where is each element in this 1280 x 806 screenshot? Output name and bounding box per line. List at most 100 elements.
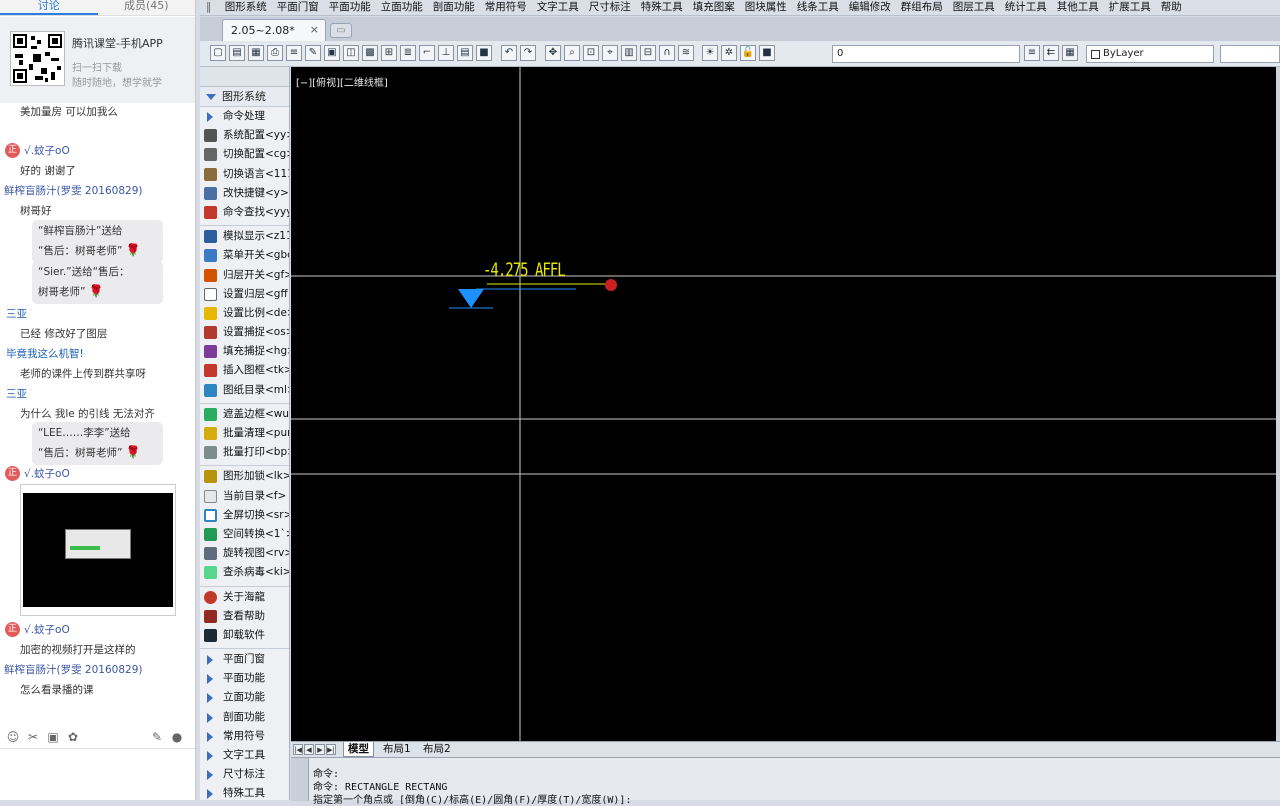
message-sender[interactable]: 鲜榨盲肠汁(罗雯 20160829)	[4, 662, 142, 677]
layer-stack-icon[interactable]: ≋	[678, 45, 694, 61]
side-item[interactable]: 插入图框<tk>	[200, 361, 289, 380]
leader-icon[interactable]: ⌐	[419, 45, 435, 61]
zoom-previous-icon[interactable]: ⌖	[602, 45, 618, 61]
prev-tab-icon[interactable]: ◀	[304, 744, 314, 755]
command-window[interactable]: 命令: 命令: RECTANGLE RECTANG 指定第一个角点或 [倒角(C…	[291, 757, 1280, 806]
side-item[interactable]: 旋转视图<rv>	[200, 544, 289, 563]
color-icon[interactable]: ■	[476, 45, 492, 61]
new-file-icon[interactable]: ▢	[210, 45, 226, 61]
side-item[interactable]: 平面功能	[200, 669, 289, 688]
side-item[interactable]: 图形加锁<lk>	[200, 467, 289, 486]
menu-item[interactable]: 其他工具	[1052, 0, 1104, 15]
properties-icon[interactable]: ▥	[621, 45, 637, 61]
close-icon[interactable]: ×	[310, 23, 319, 36]
magnet-icon[interactable]: ∩	[659, 45, 675, 61]
side-item[interactable]: 常用符号	[200, 727, 289, 746]
side-item[interactable]: 归层开关<gf>	[200, 266, 289, 285]
menu-item[interactable]: 填充图案	[688, 0, 740, 15]
design-center-icon[interactable]: ⊟	[640, 45, 656, 61]
side-item[interactable]: 改快捷键<y>	[200, 184, 289, 203]
table-icon[interactable]: ▤	[457, 45, 473, 61]
menu-item[interactable]: 编辑修改	[844, 0, 896, 15]
hatch-icon[interactable]: ▩	[362, 45, 378, 61]
layer-state-icon[interactable]: ▦	[1062, 45, 1078, 61]
measure-icon[interactable]: ⊥	[438, 45, 454, 61]
text-icon[interactable]: ≣	[400, 45, 416, 61]
side-item[interactable]: 系统配置<yy>	[200, 126, 289, 145]
layer-icon[interactable]: ≡	[286, 45, 302, 61]
vertical-scrollbar[interactable]	[1276, 67, 1280, 741]
menu-item[interactable]: 立面功能	[376, 0, 428, 15]
menu-item[interactable]: 平面门窗	[272, 0, 324, 15]
side-item[interactable]: 关于海龍	[200, 588, 289, 607]
area-icon[interactable]: ◫	[343, 45, 359, 61]
scissors-icon[interactable]: ✂	[26, 730, 40, 744]
tab-document[interactable]: 2.05~2.08* ×	[222, 19, 326, 41]
side-item[interactable]: 查看帮助	[200, 607, 289, 626]
print-icon[interactable]: ⎙	[267, 45, 283, 61]
message-sender[interactable]: 毕竟我这么机智!	[6, 346, 84, 361]
layer-manager-icon[interactable]: ≡	[1024, 45, 1040, 61]
sun-icon[interactable]: ✲	[721, 45, 737, 61]
screenshot-thumbnail[interactable]	[20, 484, 176, 616]
layer-dropdown[interactable]: 0	[832, 45, 1020, 63]
side-item[interactable]: 菜单开关<gbc	[200, 246, 289, 265]
pan-icon[interactable]: ✥	[545, 45, 561, 61]
message-sender[interactable]: √.蚊子oO	[24, 466, 70, 481]
new-tab-button[interactable]: ▭	[330, 23, 352, 38]
side-item[interactable]: 设置捕捉<os>	[200, 323, 289, 342]
zoom-realtime-icon[interactable]: ⌕	[564, 45, 580, 61]
side-item[interactable]: 查杀病毒<ki>	[200, 563, 289, 582]
side-item[interactable]: 切换配置<cg>	[200, 145, 289, 164]
tab-model[interactable]: 模型	[343, 742, 374, 757]
menu-item[interactable]: 图形系统	[220, 0, 272, 15]
menu-item[interactable]: 平面功能	[324, 0, 376, 15]
side-item[interactable]: 特殊工具	[200, 784, 289, 800]
side-item[interactable]: 文字工具	[200, 746, 289, 765]
menu-item[interactable]: 文字工具	[532, 0, 584, 15]
side-item[interactable]: 模拟显示<z11	[200, 227, 289, 246]
tab-discussion[interactable]: 讨论	[0, 0, 98, 15]
next-tab-icon[interactable]: ▶	[315, 744, 325, 755]
side-menu-title[interactable]: 图形系统	[200, 87, 289, 107]
linetype-dropdown[interactable]	[1220, 45, 1280, 63]
side-item[interactable]: 遮盖边框<wu>	[200, 405, 289, 424]
pen-icon[interactable]: ✎	[150, 730, 164, 744]
dimension-icon[interactable]: ⊞	[381, 45, 397, 61]
side-item[interactable]: 卸载软件	[200, 626, 289, 645]
side-item[interactable]: 图纸目录<ml>	[200, 381, 289, 400]
side-item[interactable]: 平面门窗	[200, 650, 289, 669]
block-icon[interactable]: ▣	[324, 45, 340, 61]
flower-icon[interactable]: ✿	[66, 730, 80, 744]
undo-icon[interactable]: ↶	[501, 45, 517, 61]
image-icon[interactable]: ▣	[46, 730, 60, 744]
menu-item[interactable]: 特殊工具	[636, 0, 688, 15]
layer-previous-icon[interactable]: ⇇	[1043, 45, 1059, 61]
menu-item[interactable]: 群组布局	[896, 0, 948, 15]
elevation-text[interactable]: -4.275 AFFL	[483, 260, 566, 282]
tab-members[interactable]: 成员(45)	[98, 0, 196, 15]
side-item[interactable]: 填充捕捉<hg>	[200, 342, 289, 361]
menu-item[interactable]: 帮助	[1156, 0, 1187, 15]
message-sender[interactable]: √.蚊子oO	[24, 622, 70, 637]
menu-item[interactable]: 图层工具	[948, 0, 1000, 15]
menu-item[interactable]: 统计工具	[1000, 0, 1052, 15]
last-tab-icon[interactable]: ▶|	[326, 744, 336, 755]
user-icon[interactable]: ●	[170, 730, 184, 744]
save-icon[interactable]: ▦	[248, 45, 264, 61]
side-item[interactable]: 切换语言<111	[200, 165, 289, 184]
message-sender[interactable]: 三亚	[6, 386, 27, 401]
message-sender[interactable]: √.蚊子oO	[24, 143, 70, 158]
side-item[interactable]: 设置归层<gff	[200, 285, 289, 304]
menu-item[interactable]: 尺寸标注	[584, 0, 636, 15]
side-item[interactable]: 命令查找<yyy	[200, 203, 289, 222]
command-prompt[interactable]: 指定第一个角点或 [倒角(C)/标高(E)/圆角(F)/厚度(T)/宽度(W)]…	[313, 791, 631, 806]
bulb-icon[interactable]: ☀	[702, 45, 718, 61]
tab-layout1[interactable]: 布局1	[379, 742, 415, 757]
side-item[interactable]: 当前目录<f>	[200, 487, 289, 506]
message-sender[interactable]: 三亚	[6, 306, 27, 321]
side-item[interactable]: 批量打印<bp>	[200, 443, 289, 462]
menu-item[interactable]: 线条工具	[792, 0, 844, 15]
match-icon[interactable]: ✎	[305, 45, 321, 61]
side-item[interactable]: 剖面功能	[200, 708, 289, 727]
